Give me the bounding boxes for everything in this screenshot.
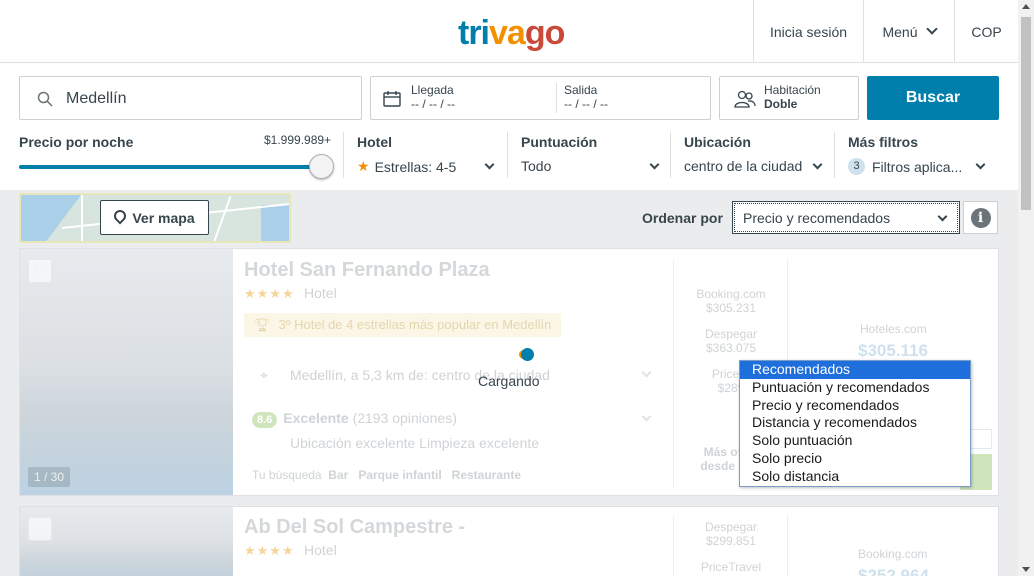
currency-button[interactable]: COP: [954, 0, 1018, 63]
favorite-heart-icon[interactable]: ♡: [28, 259, 52, 283]
date-divider: [556, 83, 557, 113]
chevron-down-icon: [484, 159, 495, 170]
hotel-type: Hotel: [304, 542, 337, 558]
guests-icon: [734, 90, 756, 108]
loading-spinner-icon: [521, 348, 534, 361]
search-panel: Medellín Llegada -- / -- / -- Salida -- …: [0, 63, 1018, 190]
filter-divider: [507, 132, 508, 178]
deal-item[interactable]: Booking.com $305.231: [696, 287, 766, 315]
hotel-photo[interactable]: [20, 507, 233, 576]
destination-value: Medellín: [66, 90, 127, 107]
hotel-type: Hotel: [304, 285, 337, 301]
map-pin-icon: ⌖: [260, 367, 268, 383]
sort-label: Ordenar por: [642, 210, 723, 226]
deal-item[interactable]: PriceTravel: [696, 560, 766, 574]
sort-option[interactable]: Solo puntuación: [740, 432, 970, 450]
search-icon: [37, 91, 53, 107]
scroll-up-arrow-icon[interactable]: [1022, 4, 1030, 9]
sort-select[interactable]: Precio y recomendados: [732, 201, 960, 234]
best-deal-site: Hoteles.com: [860, 322, 927, 336]
sort-options-list[interactable]: Recomendados Puntuación y recomendados P…: [739, 360, 971, 487]
login-link[interactable]: Inicia sesión: [753, 0, 863, 63]
chevron-down-icon: [812, 159, 823, 170]
date-picker[interactable]: Llegada -- / -- / -- Salida -- / -- / --: [370, 76, 711, 120]
hotel-stars: ★★★★: [244, 286, 295, 301]
best-deal-price: $305.116: [858, 341, 928, 360]
filter-count-badge: 3: [848, 158, 865, 175]
chevron-down-icon: [937, 211, 948, 222]
chevron-down-icon: [925, 23, 938, 35]
filter-divider: [343, 132, 344, 178]
chevron-down-icon: [641, 411, 652, 422]
scroll-thumb[interactable]: [1021, 17, 1031, 210]
filter-divider: [670, 132, 671, 178]
star-icon: ★: [357, 158, 370, 174]
search-tags: Tu búsqueda Bar Parque infantil Restaura…: [252, 468, 522, 482]
price-slider-handle[interactable]: [309, 154, 334, 179]
trivago-logo[interactable]: trivago: [458, 14, 565, 53]
search-button[interactable]: Buscar: [867, 76, 999, 120]
view-map-button[interactable]: Ver mapa: [100, 200, 209, 235]
hotel-name[interactable]: Ab Del Sol Campestre -: [244, 516, 465, 539]
price-filter-title: Precio por noche: [19, 134, 134, 150]
scroll-down-arrow-icon[interactable]: [1022, 567, 1030, 572]
deal-item[interactable]: Despegar $299.851: [696, 520, 766, 548]
chevron-down-icon: [975, 159, 986, 170]
hotel-name[interactable]: Hotel San Fernando Plaza: [244, 259, 490, 282]
top-header: trivago Inicia sesión Menú COP: [0, 0, 1018, 63]
popularity-badge: 🏆︎ 3º Hotel de 4 estrellas más popular en…: [244, 313, 562, 337]
sort-option[interactable]: Recomendados: [740, 361, 970, 379]
hotel-result-card[interactable]: ♡ Ab Del Sol Campestre - ★★★★ Hotel Desp…: [19, 506, 999, 576]
sort-option[interactable]: Distancia y recomendados: [740, 414, 970, 432]
sort-option[interactable]: Puntuación y recomendados: [740, 379, 970, 397]
chevron-down-icon: [641, 367, 652, 378]
sort-option[interactable]: Precio y recomendados: [740, 397, 970, 415]
checkin-field[interactable]: Llegada -- / -- / --: [411, 83, 455, 111]
sort-option[interactable]: Solo distancia: [740, 468, 970, 486]
page-scrollbar[interactable]: [1018, 0, 1034, 576]
price-max-value: $1.999.989+: [264, 133, 332, 147]
hotel-rating[interactable]: 8.6 Excelente (2193 opiniones): [252, 410, 457, 428]
info-icon: i: [970, 207, 991, 228]
hotel-photo[interactable]: [20, 249, 233, 495]
sort-info-button[interactable]: i: [963, 201, 998, 234]
room-selector[interactable]: Habitación Doble: [719, 76, 859, 120]
map-pin-icon: [111, 207, 129, 224]
favorite-heart-icon[interactable]: ♡: [28, 517, 52, 541]
compare-checkbox[interactable]: [970, 429, 992, 449]
hotel-stars: ★★★★: [244, 543, 295, 558]
rating-highlights: Ubicación excelente Limpieza excelente: [290, 435, 540, 451]
best-deal-site: Booking.com: [858, 547, 928, 561]
trophy-icon: 🏆︎: [254, 317, 271, 332]
loading-text: Cargando: [478, 373, 540, 389]
deal-item[interactable]: Despegar $363.075: [696, 327, 766, 355]
chevron-down-icon: [649, 159, 660, 170]
checkout-field[interactable]: Salida -- / -- / --: [564, 83, 608, 111]
photo-count[interactable]: 1 / 30: [28, 467, 71, 487]
filter-divider: [834, 132, 835, 178]
menu-button[interactable]: Menú: [863, 0, 954, 63]
price-slider-track[interactable]: [19, 165, 321, 169]
sort-option[interactable]: Solo precio: [740, 450, 970, 468]
destination-input[interactable]: Medellín: [19, 76, 362, 120]
best-deal-price: $252.964: [858, 566, 929, 576]
calendar-icon: [383, 91, 401, 107]
